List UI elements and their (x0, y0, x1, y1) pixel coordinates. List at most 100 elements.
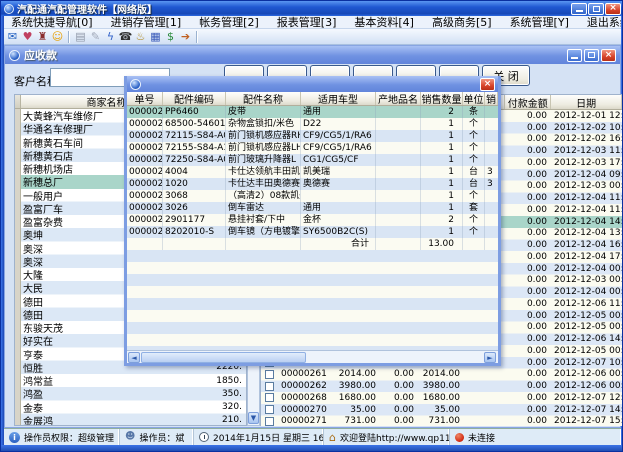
popup-row[interactable]: 00000230 2901177 悬挂衬套/下中 金杯 2 个 (127, 214, 498, 226)
record-date: 2012-12-06 00:00:0 (552, 369, 622, 379)
row-checkbox[interactable] (265, 417, 274, 426)
row-checkbox[interactable] (265, 393, 274, 402)
menu-item[interactable]: 系统管理[Y] (501, 16, 578, 29)
maximize-icon (588, 52, 595, 58)
part-name-header[interactable]: 配件名称 (226, 92, 301, 105)
quantity: 1 (421, 190, 463, 202)
row-checkbox[interactable] (265, 370, 274, 379)
calculator-icon[interactable]: ▦ (148, 30, 163, 44)
receivables-close-button[interactable]: × (601, 49, 616, 62)
popup-row[interactable]: 00000230 72115-S84-A01 前门锁机感应器RH CF9/CG5… (127, 130, 498, 142)
popup-row[interactable]: 00000230 68500-54601 杂物盒锁扣/米色 D22 1 个 (127, 118, 498, 130)
popup-row[interactable]: 00000230 8202010-S 倒车镜（方电镀擎5）LH SY6500B2… (127, 226, 498, 238)
merchant-row[interactable]: 鸿盈 350. (15, 387, 246, 400)
record-date: 2012-12-03 00:00:0 (552, 275, 622, 285)
payment-amount: 0.00 (506, 405, 552, 415)
menu-item[interactable]: 系统快捷导航[0] (2, 16, 102, 29)
receivables-minimize-button[interactable] (567, 49, 582, 62)
record-date: 2012-12-04 00:00:0 (552, 264, 622, 274)
payment-amount: 0.00 (506, 287, 552, 297)
part-code: 72250-S84-A02 (163, 154, 226, 166)
menu-item[interactable]: 帐务管理[2] (190, 16, 268, 29)
popup-row[interactable]: 00000230 1020 卡仕达丰田奥德赛 奥德赛 1 台 3 (127, 178, 498, 190)
popup-row[interactable]: 00000230 3026 倒车雷达 通用 1 套 (127, 202, 498, 214)
menu-item[interactable]: 退出系统 (578, 16, 623, 29)
edit-icon[interactable]: ✎ (88, 30, 103, 44)
receivables-maximize-button[interactable] (584, 49, 599, 62)
brand-header[interactable]: 产地品名 (376, 92, 421, 105)
fax-icon[interactable]: ♨ (133, 30, 148, 44)
unit-header[interactable]: 单位 (463, 92, 485, 105)
part-name: 倒车镜（方电镀擎5）LH (226, 226, 301, 238)
unit: 个 (463, 226, 485, 238)
brand (376, 178, 421, 190)
order-no-header[interactable]: 单号 (127, 92, 163, 105)
scroll-right-icon[interactable]: ► (484, 352, 496, 363)
scroll-left-icon[interactable]: ◄ (128, 352, 140, 363)
unit: 个 (463, 130, 485, 142)
exit-icon[interactable]: ➔ (178, 30, 193, 44)
price-header[interactable]: 销 (485, 92, 498, 105)
car-model-header[interactable]: 适用车型 (301, 92, 376, 105)
moneybag-icon[interactable]: $ (163, 30, 178, 44)
payment-amount: 0.00 (506, 217, 552, 227)
part-code: 8202010-S (163, 226, 226, 238)
part-code-header[interactable]: 配件编码 (163, 92, 226, 105)
merchant-row[interactable]: 金展鸿 210. (15, 414, 246, 426)
order-no: 00000230 (127, 202, 163, 214)
row-checkbox[interactable] (265, 382, 274, 391)
popup-close-button[interactable]: × (480, 78, 495, 91)
popup-row[interactable]: 00000230 3068 （高清2）08款凯美瑞摄像头 1 个 (127, 190, 498, 202)
statusbar: i 操作员权限：超级管理 ☻ 操作员：斌 2014年1月15日 星期三 16:2… (4, 428, 621, 445)
car-model: SY6500B2C(S) (301, 226, 376, 238)
bank-icon[interactable]: ♜ (35, 30, 50, 44)
notes-icon[interactable]: ▤ (73, 30, 88, 44)
popup-row[interactable]: 00000230 4004 卡仕达领航丰田凯美瑞（8寸 凯美瑞 1 台 3 (127, 166, 498, 178)
print-icon[interactable]: ♥ (20, 30, 35, 44)
restore-button[interactable] (588, 3, 604, 15)
date-column-header[interactable]: 日期 (551, 95, 622, 109)
smiley-icon[interactable]: ☺ (50, 30, 65, 44)
detail-row[interactable]: 00000270 35.00 0.00 35.00 0.00 2012-12-0… (261, 404, 622, 416)
menu-item[interactable]: 报表管理[3] (268, 16, 346, 29)
lightning-icon[interactable]: ϟ (103, 30, 118, 44)
part-code: 72155-S84-A11 (163, 142, 226, 154)
scroll-down-icon[interactable]: ▼ (248, 412, 259, 424)
record-date: 2012-12-06 14:56:5 (552, 334, 622, 344)
part-name: 前门玻璃升降器L (226, 154, 301, 166)
detail-row[interactable]: 00000262 3980.00 0.00 3980.00 0.00 2012-… (261, 380, 622, 392)
payment-column-header[interactable]: 付款金额 (505, 95, 551, 109)
mail-icon[interactable]: ✉ (5, 30, 20, 44)
row-checkbox[interactable] (265, 405, 274, 414)
part-name: 卡仕达领航丰田凯美瑞（8寸 (226, 166, 301, 178)
hscroll-thumb[interactable] (141, 352, 306, 363)
order-no: 00000230 (127, 106, 163, 118)
popup-row[interactable]: 00000230 72155-S84-A11 前门锁机感应器LH CF9/CG5… (127, 142, 498, 154)
close-button[interactable]: × (605, 3, 621, 15)
part-name: 前门锁机感应器LH (226, 142, 301, 154)
merchant-amount: 320. (192, 402, 244, 412)
amount-receivable: 2014.00 (333, 369, 381, 379)
record-date: 2012-12-01 12:35:1 (552, 111, 622, 121)
menu-item[interactable]: 进销存管理[1] (102, 16, 191, 29)
quantity-header[interactable]: 销售数量 (421, 92, 463, 105)
detail-row[interactable]: 00000271 731.00 0.00 731.00 0.00 2012-12… (261, 416, 622, 427)
popup-row[interactable]: 00000230 PP6460 皮带 通用 2 条 (127, 106, 498, 118)
popup-hscrollbar[interactable]: ◄ ► (127, 350, 498, 363)
toolbar-separator[interactable] (68, 31, 70, 43)
toolbar-separator[interactable] (196, 31, 198, 43)
unit: 个 (463, 214, 485, 226)
merchant-row[interactable]: 金泰 320. (15, 401, 246, 414)
brand (376, 142, 421, 154)
phone-icon[interactable]: ☎ (118, 30, 133, 44)
brand (376, 202, 421, 214)
menu-item[interactable]: 高级商务[5] (423, 16, 501, 29)
minimize-button[interactable] (571, 3, 587, 15)
detail-row[interactable]: 00000268 1680.00 0.00 1680.00 0.00 2012-… (261, 392, 622, 404)
detail-row[interactable]: 00000261 2014.00 0.00 2014.00 0.00 2012-… (261, 369, 622, 381)
minimize-icon (571, 57, 578, 59)
menu-item[interactable]: 基本资料[4] (345, 16, 423, 29)
unit: 个 (463, 154, 485, 166)
merchant-row[interactable]: 鸿常益 1850. (15, 374, 246, 387)
popup-row[interactable]: 00000230 72250-S84-A02 前门玻璃升降器L CG1/CG5/… (127, 154, 498, 166)
